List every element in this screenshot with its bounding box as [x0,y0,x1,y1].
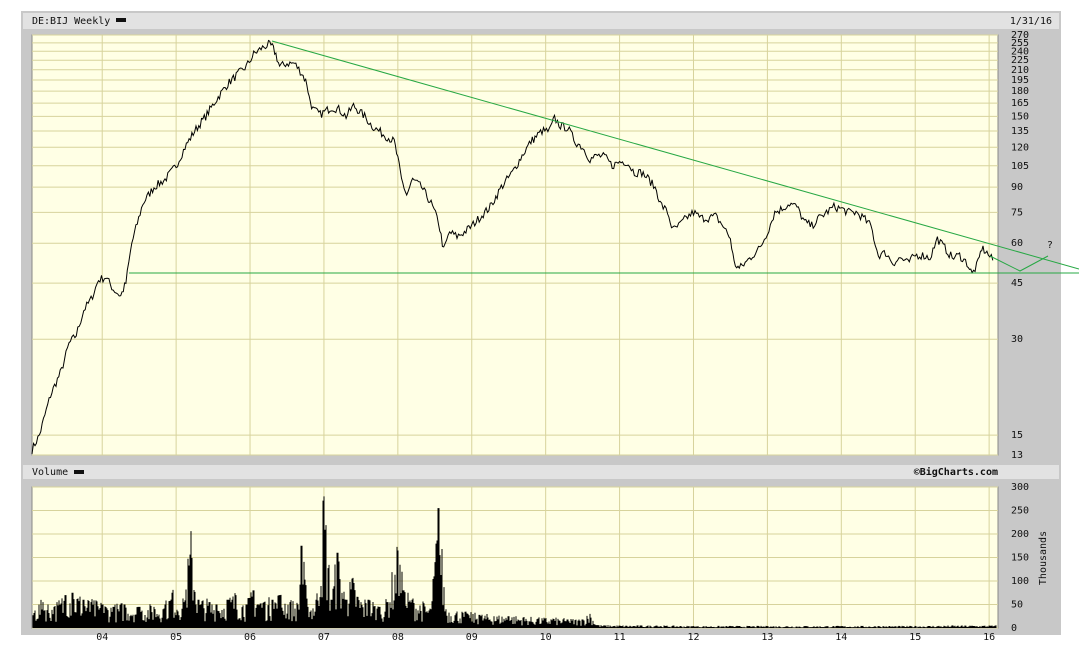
x-tick-label: 08 [392,632,404,643]
stock-chart: DE:BIJ Weekly 1/31/16 Volume ©BigCharts.… [21,11,1079,643]
chart-root: DE:BIJ Weekly 1/31/16 Volume ©BigCharts.… [0,0,1079,661]
y-tick-label: 195 [1011,75,1029,86]
y-tick-label: 270 [1011,30,1029,41]
volume-y-tick-label: 100 [1011,576,1029,587]
x-tick-label: 07 [318,632,330,643]
y-tick-label: 45 [1011,278,1023,289]
x-tick-label: 14 [835,632,847,643]
price-plot-area [31,34,999,456]
price-header-bar [23,13,1059,29]
y-tick-label: 210 [1011,65,1029,76]
question-annotation: ? [1047,240,1052,251]
x-tick-label: 13 [761,632,773,643]
x-tick-label: 15 [909,632,921,643]
volume-axis-title: Thousands [1038,531,1049,585]
menu-icon[interactable] [116,18,126,22]
volume-panel: 0 50 100 150 200 250 300 04 05 06 07 08 09 10 11 12 13 14… [31,482,1029,643]
x-tick-label: 16 [983,632,995,643]
x-tick-label: 04 [96,632,108,643]
volume-menu-icon[interactable] [74,470,84,474]
price-panel: 1315304560759010512013515016518019521022… [31,30,1029,461]
volume-y-tick-label: 300 [1011,482,1029,493]
volume-label: Volume [32,467,68,478]
x-tick-label: 11 [614,632,626,643]
volume-y-tick-label: 150 [1011,553,1029,564]
y-tick-label: 150 [1011,111,1029,122]
x-tick-label: 10 [540,632,552,643]
x-tick-label: 06 [244,632,256,643]
credit-label: ©BigCharts.com [914,466,998,478]
y-tick-label: 90 [1011,182,1023,193]
y-tick-label: 13 [1011,450,1023,461]
y-tick-label: 30 [1011,334,1023,345]
y-tick-label: 120 [1011,142,1029,153]
y-tick-label: 105 [1011,161,1029,172]
volume-header-bar [23,465,1059,479]
volume-y-tick-label: 0 [1011,623,1017,634]
volume-y-tick-label: 200 [1011,529,1029,540]
symbol-label: DE:BIJ Weekly [32,16,110,27]
y-tick-label: 165 [1011,98,1029,109]
date-label: 1/31/16 [1010,16,1052,27]
x-tick-label: 05 [170,632,182,643]
y-tick-label: 135 [1011,126,1029,137]
y-tick-label: 180 [1011,86,1029,97]
y-tick-label: 60 [1011,238,1023,249]
y-tick-label: 15 [1011,430,1023,441]
volume-y-tick-label: 250 [1011,506,1029,517]
volume-y-tick-label: 50 [1011,600,1023,611]
y-tick-label: 75 [1011,207,1023,218]
x-tick-label: 09 [466,632,478,643]
x-tick-label: 12 [687,632,699,643]
